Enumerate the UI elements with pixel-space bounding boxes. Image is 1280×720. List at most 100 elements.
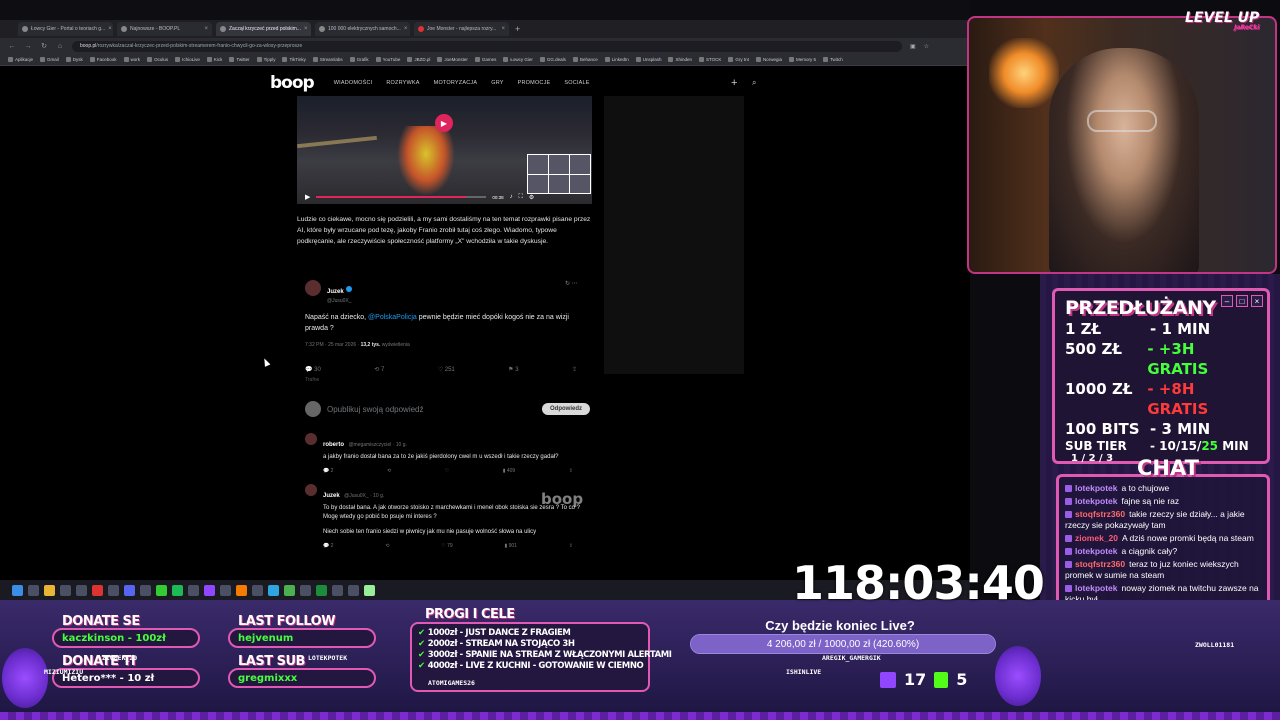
new-tab-button[interactable]: +: [515, 24, 520, 34]
bookmark-item[interactable]: LinkedIn: [604, 57, 629, 62]
chat-username[interactable]: stoqfstrz360: [1075, 509, 1125, 519]
taskbar-app-icon[interactable]: [348, 584, 359, 596]
article-video-player[interactable]: ▶ ▶ 00:38 ♪ ⛶ ⚙: [297, 96, 592, 204]
browser-tab[interactable]: Łowcy Gier - Portal o teoriach g... ×: [18, 22, 113, 36]
taskbar-app-icon[interactable]: [316, 584, 327, 596]
nav-link-games[interactable]: GRY: [491, 80, 503, 86]
reply-icon[interactable]: 💬 30: [305, 366, 321, 373]
bookmark-item[interactable]: Dysk: [65, 57, 83, 62]
reload-icon[interactable]: ↻: [40, 42, 48, 50]
reply-icon[interactable]: 💬 2: [323, 543, 333, 549]
retweet-icon[interactable]: ⟲: [385, 543, 389, 549]
browser-tab[interactable]: Joe Monster - najlepsza rozry... ×: [414, 22, 509, 36]
mention-link[interactable]: @PolskaPolicja: [368, 314, 417, 321]
browser-tab[interactable]: 100 000 elektrycznych samoch... ×: [315, 22, 410, 36]
bookmark-item[interactable]: work: [123, 57, 140, 62]
share-icon[interactable]: ⇪: [569, 468, 573, 474]
taskbar-app-icon[interactable]: [108, 584, 119, 596]
close-icon[interactable]: ×: [404, 26, 408, 32]
chat-username[interactable]: lotekpotek: [1075, 496, 1118, 506]
taskbar-app-icon[interactable]: [252, 584, 263, 596]
taskbar-app-icon[interactable]: [76, 584, 87, 596]
bookmark-item[interactable]: Aplikacje: [8, 57, 33, 62]
volume-icon[interactable]: ♪: [510, 194, 513, 200]
taskbar-app-icon[interactable]: [156, 584, 167, 596]
reply-author-name[interactable]: Juzek: [323, 493, 340, 499]
taskbar-app-icon[interactable]: [60, 584, 71, 596]
taskbar-app-icon[interactable]: [204, 584, 215, 596]
bookmark-item[interactable]: GG.deals: [539, 57, 566, 62]
url-input[interactable]: boop.pl/rozrywka/zaczal-krzyczec-przed-p…: [72, 40, 902, 52]
bookmark-item[interactable]: Shinden: [668, 57, 692, 62]
bookmark-star-icon[interactable]: ☆: [924, 43, 929, 50]
views-icon[interactable]: ▮ 901: [504, 543, 516, 549]
extensions-icon[interactable]: ▣: [910, 43, 916, 50]
bookmark-item[interactable]: JoeMonster: [437, 57, 468, 62]
taskbar-app-icon[interactable]: [284, 584, 295, 596]
bookmark-item[interactable]: Gry tnt: [728, 57, 749, 62]
taskbar-app-icon[interactable]: [28, 584, 39, 596]
taskbar-app-icon[interactable]: [300, 584, 311, 596]
taskbar-app-icon[interactable]: [188, 584, 199, 596]
chat-username[interactable]: lotekpotek: [1075, 546, 1118, 556]
bookmark-item[interactable]: IchioLive: [175, 57, 200, 62]
bookmark-item[interactable]: Behance: [572, 57, 598, 62]
bookmark-item[interactable]: TikTinky: [282, 57, 306, 62]
taskbar-app-icon[interactable]: [44, 584, 55, 596]
bookmark-item[interactable]: Streamlabs: [312, 57, 343, 62]
close-icon[interactable]: ×: [304, 26, 308, 32]
chat-username[interactable]: ziomek_20: [1075, 533, 1118, 543]
close-icon[interactable]: ×: [204, 26, 208, 32]
plus-icon[interactable]: +: [731, 77, 737, 89]
search-icon[interactable]: ⌕: [752, 78, 756, 88]
nav-link-automotive[interactable]: MOTORYZACJA: [434, 80, 478, 86]
retweet-icon[interactable]: ⟲ 7: [374, 366, 384, 373]
share-icon[interactable]: ⇪: [569, 543, 573, 549]
avatar[interactable]: [305, 484, 317, 496]
avatar[interactable]: [305, 433, 317, 445]
share-icon[interactable]: ⇪: [572, 366, 577, 373]
like-icon[interactable]: ♡ 251: [438, 366, 455, 373]
close-icon[interactable]: ×: [108, 26, 112, 32]
nav-link-news[interactable]: WIADOMOŚCI: [334, 80, 373, 86]
bookmark-item[interactable]: Memory 5: [788, 57, 816, 62]
bookmark-item[interactable]: Łowcy Gier: [503, 57, 533, 62]
bookmark-item[interactable]: YouTube: [375, 57, 400, 62]
nav-link-promotions[interactable]: PROMOCJE: [518, 80, 551, 86]
bookmark-item[interactable]: Twitch: [822, 57, 843, 62]
like-icon[interactable]: ♡: [445, 468, 449, 474]
close-icon[interactable]: ×: [501, 26, 505, 32]
taskbar-app-icon[interactable]: [236, 584, 247, 596]
chat-username[interactable]: stoqfstrz360: [1075, 559, 1125, 569]
taskbar-app-icon[interactable]: [140, 584, 151, 596]
reply-submit-button[interactable]: Odpowiedz: [542, 403, 590, 415]
reply-input[interactable]: Opublikuj swoją odpowiedź: [327, 405, 536, 414]
windows-start-icon[interactable]: [12, 584, 23, 596]
taskbar-app-icon[interactable]: [172, 584, 183, 596]
bookmark-item[interactable]: Unsplash: [635, 57, 661, 62]
bookmark-icon[interactable]: ⚑ 3: [508, 366, 518, 373]
avatar[interactable]: [305, 280, 321, 296]
play-icon[interactable]: ▶: [305, 193, 310, 201]
bookmark-item[interactable]: Norwegia: [755, 57, 782, 62]
fullscreen-icon[interactable]: ⛶: [519, 194, 523, 201]
reply-icon[interactable]: 💬 2: [323, 468, 333, 474]
bookmark-item[interactable]: Gmail: [40, 57, 59, 62]
taskbar-app-icon[interactable]: [364, 584, 375, 596]
taskbar-app-icon[interactable]: [92, 584, 103, 596]
replies-sort-label[interactable]: Trafne: [305, 377, 590, 383]
more-options-icon[interactable]: ↻ ⋯: [565, 280, 578, 287]
bookmark-item[interactable]: Oculus: [147, 57, 168, 62]
bookmark-item[interactable]: Facebook: [89, 57, 117, 62]
nav-link-social[interactable]: SOCIALE: [564, 80, 589, 86]
taskbar-app-icon[interactable]: [268, 584, 279, 596]
tweet-author-name[interactable]: Juzek: [327, 289, 344, 295]
taskbar-app-icon[interactable]: [220, 584, 231, 596]
tweet-author-handle[interactable]: @Jusu0X_: [327, 298, 352, 304]
settings-gear-icon[interactable]: ⚙: [529, 194, 534, 201]
chat-username[interactable]: lotekpotek: [1075, 483, 1118, 493]
like-icon[interactable]: ♡ 79: [441, 543, 452, 549]
bookmark-item[interactable]: Games: [474, 57, 496, 62]
video-progress-bar[interactable]: [316, 196, 487, 198]
video-play-overlay-icon[interactable]: ▶: [435, 114, 453, 132]
